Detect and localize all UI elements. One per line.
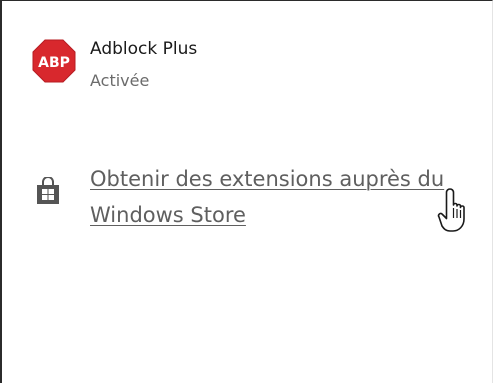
store-link-line2[interactable]: Windows Store	[90, 197, 493, 233]
store-link-line1[interactable]: Obtenir des extensions auprès du	[90, 161, 493, 197]
windows-store-link[interactable]: Obtenir des extensions auprès du Windows…	[90, 161, 493, 233]
store-bag-icon	[37, 177, 59, 204]
extension-name: Adblock Plus	[90, 39, 198, 59]
abp-icon: ABP	[32, 39, 76, 83]
extension-status: Activée	[90, 71, 150, 90]
abp-icon-label: ABP	[38, 55, 70, 71]
extensions-panel: ABP Adblock Plus Activée Obtenir des ext…	[0, 0, 493, 383]
extension-item-adblock-plus[interactable]: ABP Adblock Plus Activée	[32, 37, 452, 97]
